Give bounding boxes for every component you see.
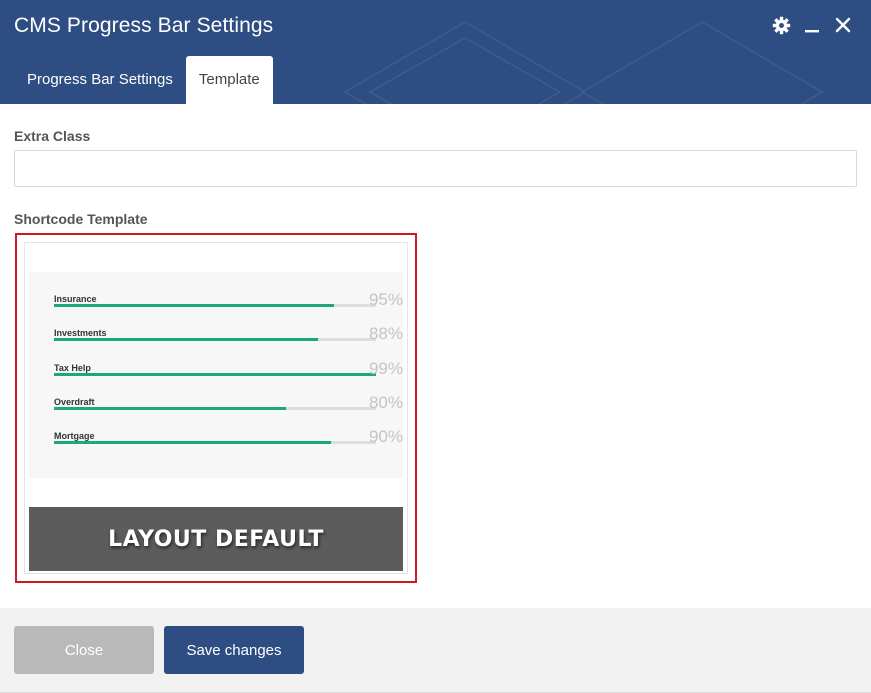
header-controls: [771, 15, 853, 35]
preview-item-label: Investments: [54, 328, 107, 338]
preview-track: [54, 373, 376, 376]
preview-fill: [54, 338, 319, 341]
progress-bar-preview: Insurance 95% Investments 88% Tax Help 9…: [29, 272, 403, 478]
preview-track: [54, 304, 376, 307]
dialog-header: CMS Progress Bar Settings Progress Bar S…: [0, 0, 871, 104]
tab-template[interactable]: Template: [185, 56, 273, 104]
preview-item-label: Mortgage: [54, 431, 95, 441]
preview-fill: [54, 407, 286, 410]
preview-track: [54, 441, 376, 444]
tab-progress-bar-settings[interactable]: Progress Bar Settings: [14, 56, 186, 104]
preview-item-label: Tax Help: [54, 363, 91, 373]
layout-banner-text: LAYOUT DEFAULT: [108, 526, 324, 552]
settings-dialog: CMS Progress Bar Settings Progress Bar S…: [0, 0, 871, 693]
dialog-footer: Close Save changes: [0, 608, 871, 693]
gear-icon[interactable]: [771, 15, 791, 35]
save-changes-button[interactable]: Save changes: [164, 626, 304, 674]
layout-banner: LAYOUT DEFAULT: [29, 507, 403, 571]
close-icon[interactable]: [833, 15, 853, 35]
preview-track: [54, 407, 376, 410]
preview-fill: [54, 373, 376, 376]
preview-fill: [54, 304, 335, 307]
template-option-default[interactable]: Insurance 95% Investments 88% Tax Help 9…: [15, 233, 417, 583]
preview-item-label: Insurance: [54, 294, 97, 304]
shortcode-template-label: Shortcode Template: [14, 211, 148, 227]
preview-item-percent: 90%: [368, 427, 403, 446]
close-button[interactable]: Close: [14, 626, 154, 674]
extra-class-label: Extra Class: [14, 128, 91, 144]
minimize-icon[interactable]: [802, 15, 822, 35]
tab-bar: Progress Bar Settings Template: [14, 56, 273, 104]
preview-item-percent: 80%: [368, 393, 403, 412]
preview-fill: [54, 441, 331, 444]
preview-item-percent: 88%: [368, 324, 403, 343]
preview-track: [54, 338, 376, 341]
template-thumbnail: Insurance 95% Investments 88% Tax Help 9…: [24, 242, 408, 574]
preview-item-percent: 95%: [368, 290, 403, 309]
preview-item-label: Overdraft: [54, 397, 95, 407]
preview-item-percent: 99%: [368, 359, 403, 378]
extra-class-input[interactable]: [14, 150, 857, 187]
dialog-title: CMS Progress Bar Settings: [14, 14, 274, 37]
